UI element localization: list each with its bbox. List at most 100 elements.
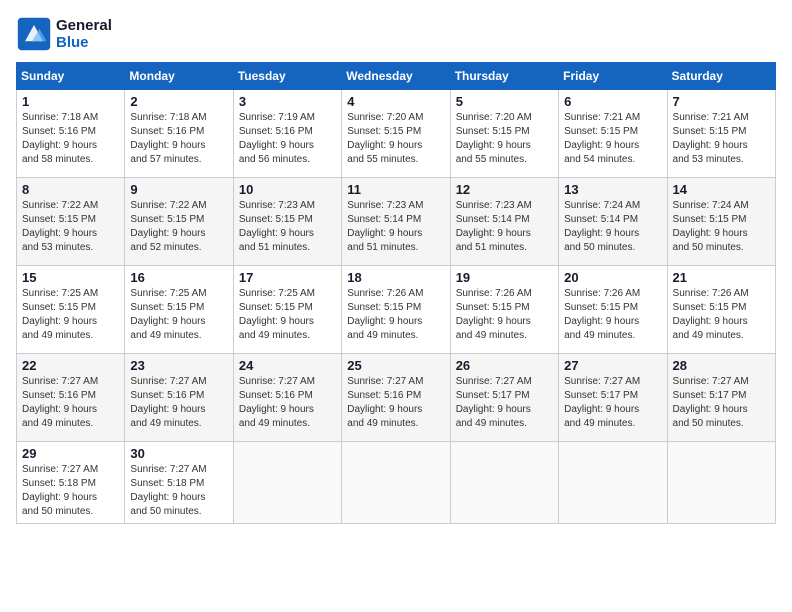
day-info: Sunrise: 7:23 AM Sunset: 5:14 PM Dayligh…: [347, 199, 444, 255]
day-info: Sunrise: 7:18 AM Sunset: 5:16 PM Dayligh…: [130, 111, 227, 167]
logo: General Blue: [16, 16, 112, 52]
calendar-cell: 2Sunrise: 7:18 AM Sunset: 5:16 PM Daylig…: [125, 90, 233, 178]
day-info: Sunrise: 7:21 AM Sunset: 5:15 PM Dayligh…: [564, 111, 661, 167]
day-number: 27: [564, 358, 661, 373]
day-info: Sunrise: 7:26 AM Sunset: 5:15 PM Dayligh…: [564, 287, 661, 343]
day-info: Sunrise: 7:27 AM Sunset: 5:17 PM Dayligh…: [673, 375, 770, 431]
day-info: Sunrise: 7:26 AM Sunset: 5:15 PM Dayligh…: [673, 287, 770, 343]
calendar-cell: 18 Sunrise: 7:26 AM Sunset: 5:15 PM Dayli…: [342, 266, 450, 354]
day-number: 7: [673, 94, 770, 109]
day-number: 6: [564, 94, 661, 109]
weekday-header-monday: Monday: [125, 63, 233, 90]
day-info: Sunrise: 7:25 AM Sunset: 5:15 PM Dayligh…: [22, 287, 119, 343]
day-info: Sunrise: 7:27 AM Sunset: 5:17 PM Dayligh…: [456, 375, 553, 431]
day-number: 16: [130, 270, 227, 285]
day-info: Sunrise: 7:23 AM Sunset: 5:14 PM Dayligh…: [456, 199, 553, 255]
header: General Blue: [16, 16, 776, 52]
day-number: 20: [564, 270, 661, 285]
day-info: Sunrise: 7:27 AM Sunset: 5:16 PM Dayligh…: [130, 375, 227, 431]
calendar-cell: 15 Sunrise: 7:25 AM Sunset: 5:15 PM Dayli…: [17, 266, 125, 354]
calendar-cell: [233, 442, 341, 524]
calendar-cell: 20 Sunrise: 7:26 AM Sunset: 5:15 PM Dayli…: [559, 266, 667, 354]
calendar-cell: 13 Sunrise: 7:24 AM Sunset: 5:14 PM Dayli…: [559, 178, 667, 266]
day-number: 21: [673, 270, 770, 285]
calendar-cell: 24 Sunrise: 7:27 AM Sunset: 5:16 PM Dayli…: [233, 354, 341, 442]
day-number: 19: [456, 270, 553, 285]
day-number: 5: [456, 94, 553, 109]
weekday-header-sunday: Sunday: [17, 63, 125, 90]
day-info: Sunrise: 7:21 AM Sunset: 5:15 PM Dayligh…: [673, 111, 770, 167]
day-info: Sunrise: 7:18 AM Sunset: 5:16 PM Dayligh…: [22, 111, 119, 167]
calendar-cell: 6 Sunrise: 7:21 AM Sunset: 5:15 PM Daylig…: [559, 90, 667, 178]
day-number: 29: [22, 446, 119, 461]
day-info: Sunrise: 7:27 AM Sunset: 5:16 PM Dayligh…: [239, 375, 336, 431]
day-info: Sunrise: 7:20 AM Sunset: 5:15 PM Dayligh…: [347, 111, 444, 167]
weekday-header-row: SundayMondayTuesdayWednesdayThursdayFrid…: [17, 63, 776, 90]
day-info: Sunrise: 7:19 AM Sunset: 5:16 PM Dayligh…: [239, 111, 336, 167]
day-number: 22: [22, 358, 119, 373]
day-number: 3: [239, 94, 336, 109]
calendar-cell: [559, 442, 667, 524]
calendar-cell: 26 Sunrise: 7:27 AM Sunset: 5:17 PM Dayli…: [450, 354, 558, 442]
day-info: Sunrise: 7:27 AM Sunset: 5:16 PM Dayligh…: [22, 375, 119, 431]
calendar-cell: 27 Sunrise: 7:27 AM Sunset: 5:17 PM Dayli…: [559, 354, 667, 442]
calendar-cell: 28 Sunrise: 7:27 AM Sunset: 5:17 PM Dayli…: [667, 354, 775, 442]
day-info: Sunrise: 7:26 AM Sunset: 5:15 PM Dayligh…: [456, 287, 553, 343]
day-info: Sunrise: 7:26 AM Sunset: 5:15 PM Dayligh…: [347, 287, 444, 343]
calendar-cell: 3 Sunrise: 7:19 AM Sunset: 5:16 PM Daylig…: [233, 90, 341, 178]
day-info: Sunrise: 7:24 AM Sunset: 5:15 PM Dayligh…: [673, 199, 770, 255]
weekday-header-saturday: Saturday: [667, 63, 775, 90]
calendar-cell: 14 Sunrise: 7:24 AM Sunset: 5:15 PM Dayli…: [667, 178, 775, 266]
day-number: 28: [673, 358, 770, 373]
day-number: 25: [347, 358, 444, 373]
day-number: 14: [673, 182, 770, 197]
calendar-cell: 23 Sunrise: 7:27 AM Sunset: 5:16 PM Dayli…: [125, 354, 233, 442]
calendar-cell: 1 Sunrise: 7:18 AM Sunset: 5:16 PM Daylig…: [17, 90, 125, 178]
calendar-cell: 8 Sunrise: 7:22 AM Sunset: 5:15 PM Daylig…: [17, 178, 125, 266]
weekday-header-tuesday: Tuesday: [233, 63, 341, 90]
day-number: 18: [347, 270, 444, 285]
calendar-cell: 7 Sunrise: 7:21 AM Sunset: 5:15 PM Daylig…: [667, 90, 775, 178]
calendar-cell: 30 Sunrise: 7:27 AM Sunset: 5:18 PM Dayli…: [125, 442, 233, 524]
day-info: Sunrise: 7:27 AM Sunset: 5:16 PM Dayligh…: [347, 375, 444, 431]
calendar-cell: 16 Sunrise: 7:25 AM Sunset: 5:15 PM Dayli…: [125, 266, 233, 354]
day-number: 4: [347, 94, 444, 109]
day-info: Sunrise: 7:25 AM Sunset: 5:15 PM Dayligh…: [239, 287, 336, 343]
day-number: 8: [22, 182, 119, 197]
day-number: 1: [22, 94, 119, 109]
calendar-cell: 17 Sunrise: 7:25 AM Sunset: 5:15 PM Dayli…: [233, 266, 341, 354]
day-info: Sunrise: 7:24 AM Sunset: 5:14 PM Dayligh…: [564, 199, 661, 255]
day-number: 24: [239, 358, 336, 373]
day-info: Sunrise: 7:27 AM Sunset: 5:18 PM Dayligh…: [130, 463, 227, 519]
day-number: 12: [456, 182, 553, 197]
logo-icon: [16, 16, 52, 52]
calendar-cell: 10 Sunrise: 7:23 AM Sunset: 5:15 PM Dayli…: [233, 178, 341, 266]
day-number: 15: [22, 270, 119, 285]
day-info: Sunrise: 7:22 AM Sunset: 5:15 PM Dayligh…: [22, 199, 119, 255]
calendar-cell: [450, 442, 558, 524]
calendar-cell: 5 Sunrise: 7:20 AM Sunset: 5:15 PM Daylig…: [450, 90, 558, 178]
day-number: 11: [347, 182, 444, 197]
day-info: Sunrise: 7:23 AM Sunset: 5:15 PM Dayligh…: [239, 199, 336, 255]
day-number: 10: [239, 182, 336, 197]
day-number: 17: [239, 270, 336, 285]
day-number: 13: [564, 182, 661, 197]
calendar-table: SundayMondayTuesdayWednesdayThursdayFrid…: [16, 62, 776, 524]
calendar-cell: 22 Sunrise: 7:27 AM Sunset: 5:16 PM Dayli…: [17, 354, 125, 442]
calendar-cell: 29 Sunrise: 7:27 AM Sunset: 5:18 PM Dayli…: [17, 442, 125, 524]
day-number: 23: [130, 358, 227, 373]
calendar-cell: [667, 442, 775, 524]
day-info: Sunrise: 7:22 AM Sunset: 5:15 PM Dayligh…: [130, 199, 227, 255]
calendar-cell: 9Sunrise: 7:22 AM Sunset: 5:15 PM Daylig…: [125, 178, 233, 266]
calendar-cell: 4 Sunrise: 7:20 AM Sunset: 5:15 PM Daylig…: [342, 90, 450, 178]
day-number: 26: [456, 358, 553, 373]
weekday-header-wednesday: Wednesday: [342, 63, 450, 90]
day-info: Sunrise: 7:27 AM Sunset: 5:18 PM Dayligh…: [22, 463, 119, 519]
day-info: Sunrise: 7:20 AM Sunset: 5:15 PM Dayligh…: [456, 111, 553, 167]
calendar-cell: 25 Sunrise: 7:27 AM Sunset: 5:16 PM Dayli…: [342, 354, 450, 442]
day-info: Sunrise: 7:25 AM Sunset: 5:15 PM Dayligh…: [130, 287, 227, 343]
day-number: 30: [130, 446, 227, 461]
calendar-cell: 12 Sunrise: 7:23 AM Sunset: 5:14 PM Dayli…: [450, 178, 558, 266]
day-info: Sunrise: 7:27 AM Sunset: 5:17 PM Dayligh…: [564, 375, 661, 431]
calendar-cell: [342, 442, 450, 524]
